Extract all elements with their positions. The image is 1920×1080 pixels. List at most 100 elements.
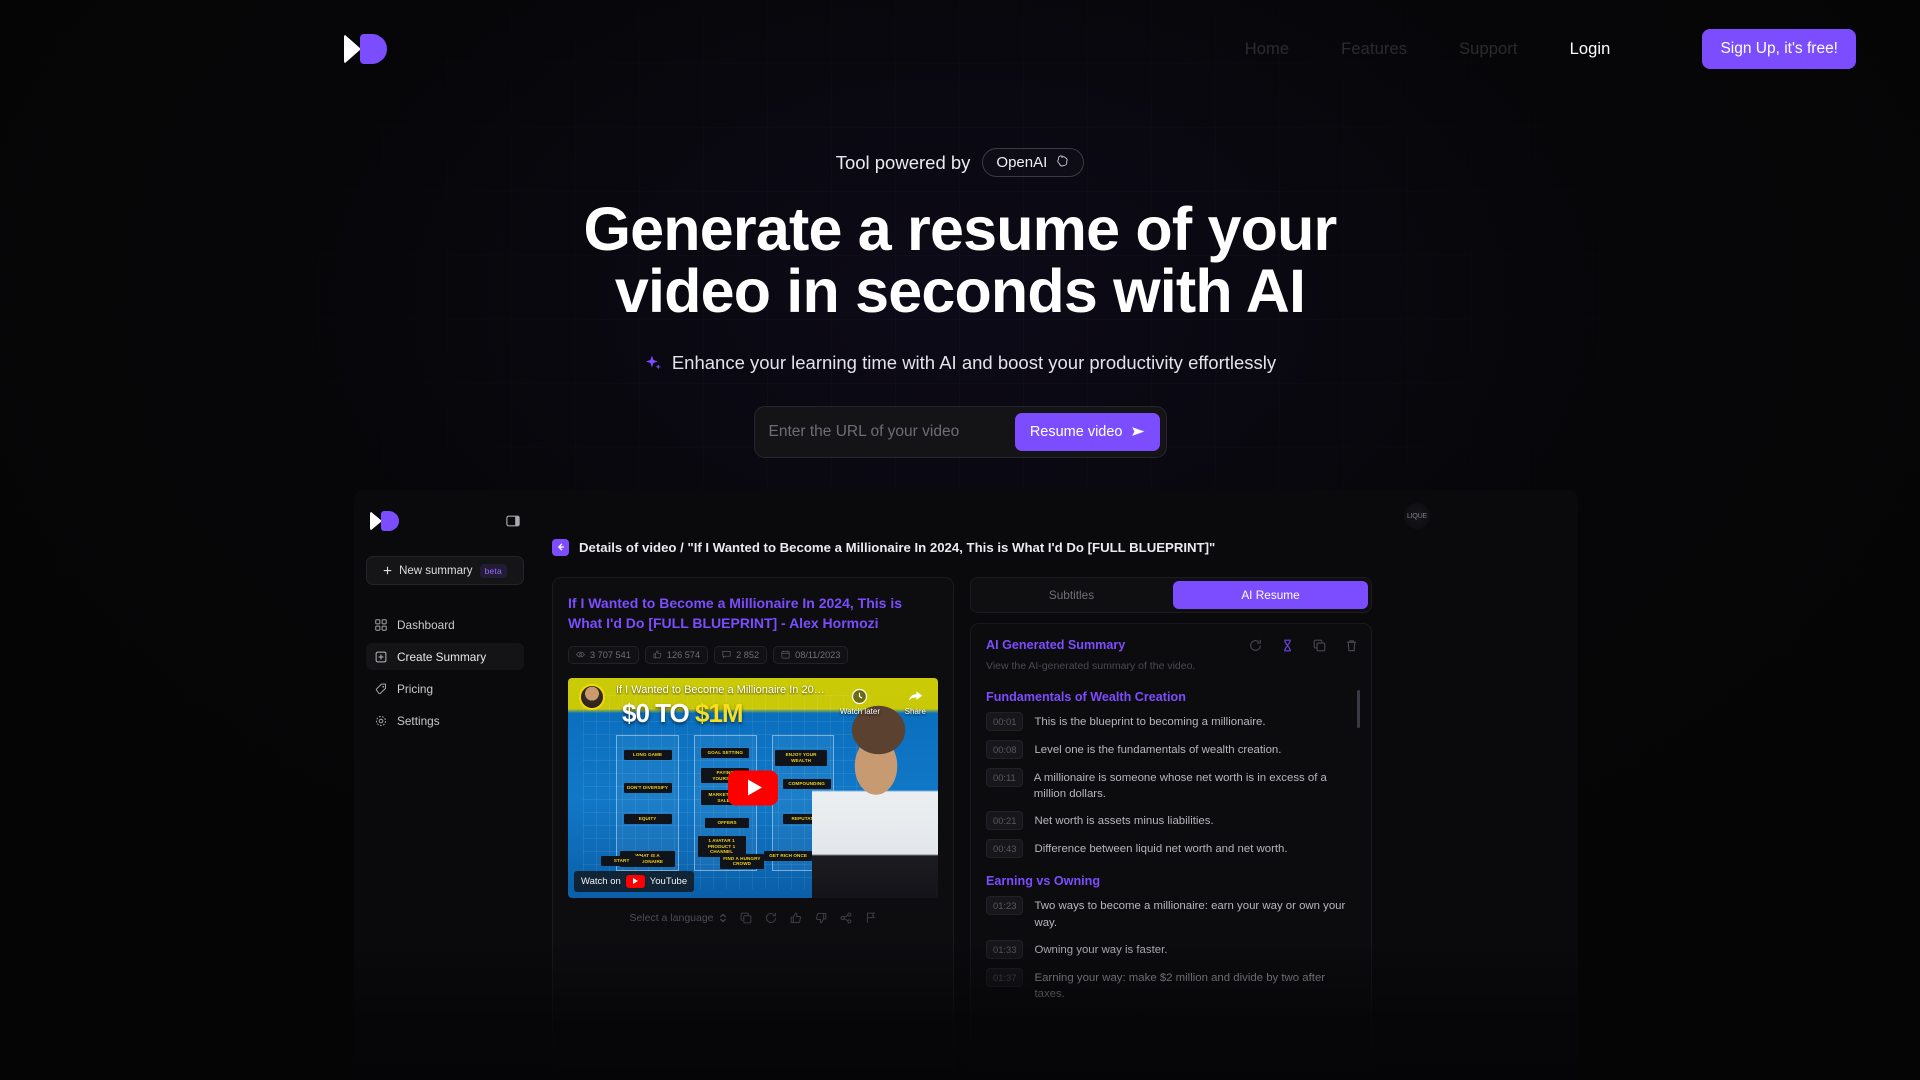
hero-section: Tool powered by OpenAI Generate a resume… — [0, 148, 1920, 458]
thumbs-up-icon — [653, 650, 662, 659]
timestamp-chip[interactable]: 00:01 — [986, 712, 1023, 731]
nav-item-home[interactable]: Home — [1245, 40, 1289, 59]
language-select[interactable]: Select a language — [629, 912, 726, 924]
copy-icon[interactable] — [740, 912, 752, 924]
sidebar-nav: Dashboard Create Summary Pricing — [366, 611, 524, 734]
trash-icon[interactable] — [1345, 639, 1358, 652]
powered-by-row: Tool powered by OpenAI — [836, 148, 1085, 177]
collapse-panel-icon[interactable] — [506, 514, 520, 528]
timestamp-chip[interactable]: 01:23 — [986, 896, 1023, 915]
headline-right: $1M — [695, 698, 743, 728]
share-icon[interactable] — [840, 912, 852, 924]
panel-tabs: Subtitles AI Resume — [970, 577, 1372, 613]
nav-item-support[interactable]: Support — [1459, 40, 1518, 59]
tab-ai-resume[interactable]: AI Resume — [1173, 581, 1368, 609]
share-arrow-icon — [907, 688, 924, 705]
new-summary-label: New summary — [399, 565, 472, 577]
tab-subtitles[interactable]: Subtitles — [974, 581, 1169, 609]
thumbnail-chip: EQUITY — [624, 814, 672, 824]
nav-item-features[interactable]: Features — [1341, 40, 1407, 59]
thumbnail-chip: OFFERS — [705, 818, 749, 828]
hourglass-icon[interactable] — [1281, 639, 1294, 652]
thumbnail-person — [812, 698, 938, 898]
thumbnail-chip: GET RICH ONCE — [764, 851, 812, 861]
nav-links: Home Features Support Login Sign Up, it'… — [1245, 29, 1880, 69]
sidebar-item-dashboard[interactable]: Dashboard — [366, 611, 524, 638]
summary-row: 01:37 Earning your way: make $2 million … — [986, 968, 1358, 1002]
sidebar-item-create-summary[interactable]: Create Summary — [366, 643, 524, 670]
summary-row: 01:23 Two ways to become a millionaire: … — [986, 896, 1358, 930]
refresh-icon[interactable] — [765, 912, 777, 924]
hero-subtitle-row: Enhance your learning time with AI and b… — [644, 352, 1276, 374]
timestamp-chip[interactable]: 00:11 — [986, 768, 1023, 787]
summary-scrollbar[interactable] — [1357, 690, 1360, 728]
sidebar-item-settings[interactable]: Settings — [366, 707, 524, 734]
brand-logo[interactable] — [344, 34, 387, 64]
thumbnail-chip: DON'T DIVERSIFY — [624, 783, 672, 793]
arrow-left-icon — [556, 542, 566, 552]
new-summary-button[interactable]: New summary beta — [366, 556, 524, 585]
copy-icon[interactable] — [1313, 639, 1326, 652]
file-plus-icon — [375, 651, 387, 663]
stat-views-value: 3 707 541 — [590, 650, 631, 660]
timestamp-chip[interactable]: 00:08 — [986, 740, 1023, 759]
timestamp-chip[interactable]: 01:33 — [986, 940, 1023, 959]
watch-on-youtube-button[interactable]: Watch on YouTube — [574, 871, 694, 892]
thumbnail-chip: START — [601, 856, 642, 866]
stat-views: 3 707 541 — [568, 646, 639, 664]
play-button[interactable] — [728, 770, 778, 805]
sidebar-header — [366, 504, 524, 538]
summary-text: Difference between liquid net worth and … — [1034, 839, 1287, 857]
openai-badge: OpenAI — [982, 148, 1084, 177]
thumbs-up-icon[interactable] — [790, 912, 802, 924]
timestamp-chip[interactable]: 00:43 — [986, 839, 1023, 858]
back-button[interactable] — [552, 539, 569, 556]
summary-text: Owning your way is faster. — [1034, 940, 1167, 958]
summary-section-title: Fundamentals of Wealth Creation — [986, 690, 1358, 704]
sidebar-item-pricing[interactable]: Pricing — [366, 675, 524, 702]
ai-panel: Subtitles AI Resume AI Generated Summary — [970, 577, 1372, 1080]
ai-summary-subtitle: View the AI-generated summary of the vid… — [986, 660, 1358, 672]
video-action-bar: Select a language — [568, 912, 938, 924]
signup-button[interactable]: Sign Up, it's free! — [1702, 29, 1856, 69]
ai-summary-tools — [1249, 639, 1358, 652]
thumbs-down-icon[interactable] — [815, 912, 827, 924]
stat-comments: 2 852 — [714, 646, 767, 664]
share-button[interactable]: Share — [905, 688, 926, 716]
url-input-bar: Resume video — [754, 406, 1167, 458]
refresh-icon[interactable] — [1249, 639, 1262, 652]
summary-row: 00:21 Net worth is assets minus liabilit… — [986, 811, 1358, 830]
summary-row: 00:08 Level one is the fundamentals of w… — [986, 740, 1358, 759]
flag-icon[interactable] — [865, 912, 877, 924]
timestamp-chip[interactable]: 00:21 — [986, 811, 1023, 830]
summary-section-title: Earning vs Owning — [986, 874, 1358, 888]
eye-icon — [576, 650, 585, 659]
share-label: Share — [905, 707, 926, 716]
resume-video-button[interactable]: Resume video — [1015, 413, 1160, 451]
thumbnail-chip: GOAL SETTING — [701, 748, 749, 758]
sparkle-icon — [644, 354, 663, 373]
app-sidebar: New summary beta Dashboard — [354, 490, 536, 1080]
login-link[interactable]: Login — [1570, 40, 1611, 59]
plus-icon — [383, 566, 392, 575]
ai-summary-body: AI Generated Summary — [970, 623, 1372, 1080]
stat-date: 08/11/2023 — [773, 646, 848, 664]
sidebar-label-pricing: Pricing — [397, 682, 433, 696]
sidebar-brand-logo[interactable] — [370, 511, 399, 531]
sidebar-label-settings: Settings — [397, 714, 440, 728]
video-url-input[interactable] — [755, 423, 1015, 441]
summary-row: 00:01 This is the blueprint to becoming … — [986, 712, 1358, 731]
content-panels: If I Wanted to Become a Millionaire In 2… — [536, 577, 1558, 1080]
youtube-icon — [626, 875, 645, 888]
grid-icon — [375, 619, 387, 631]
app-preview-window: LIQUE New summary beta — [354, 490, 1578, 1080]
resume-video-label: Resume video — [1030, 424, 1123, 440]
chevron-updown-icon — [719, 913, 727, 923]
ai-summary-title: AI Generated Summary — [986, 638, 1125, 652]
video-thumbnail[interactable]: LONG GAME DON'T DIVERSIFY EQUITY WHAT IS… — [568, 678, 938, 898]
openai-label: OpenAI — [996, 154, 1047, 171]
summary-list: Fundamentals of Wealth Creation 00:01 Th… — [986, 690, 1358, 1002]
timestamp-chip[interactable]: 01:37 — [986, 968, 1023, 987]
thumbnail-overlay-title: If I Wanted to Become a Millionaire In 2… — [616, 684, 930, 696]
watch-later-button[interactable]: Watch later — [840, 688, 880, 716]
